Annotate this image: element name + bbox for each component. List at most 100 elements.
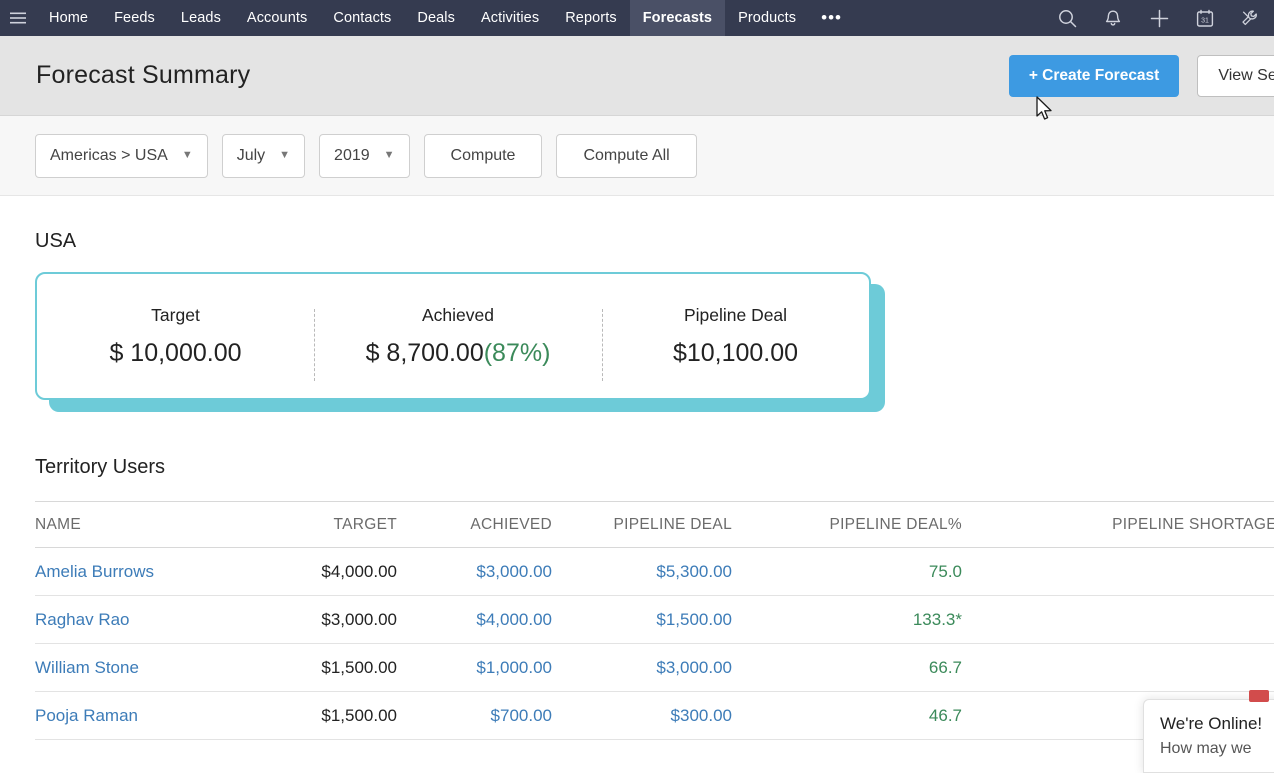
nav-label: Home (49, 10, 89, 26)
nav-item-accounts[interactable]: Accounts (234, 0, 320, 36)
nav-label: Products (738, 10, 797, 26)
metric-amount: $10,100.00 (672, 338, 799, 367)
table-header: NAME TARGET ACHIEVED PIPELINE DEAL PIPEL… (35, 501, 1274, 548)
nav-overflow-menu[interactable]: ••• (809, 0, 854, 36)
cell-target: $1,500.00 (257, 643, 397, 692)
cell-achieved[interactable]: $3,000.00 (397, 547, 552, 596)
search-icon[interactable] (1044, 0, 1090, 36)
header-action-group: + Create Forecast View Settings (1008, 54, 1274, 97)
hamburger-menu-icon[interactable] (0, 0, 36, 36)
column-header-pipeline-deal[interactable]: PIPELINE DEAL (552, 501, 732, 548)
cell-pipeline-deal[interactable]: $300.00 (552, 691, 732, 740)
region-title: USA (35, 230, 77, 252)
chevron-down-icon: ▼ (383, 149, 395, 161)
chevron-down-icon: ▼ (279, 149, 291, 161)
nav-icon-group: 31 (1044, 0, 1274, 36)
year-select[interactable]: 2019 ▼ (319, 133, 410, 178)
metric-target: Target $ 10,000.00 (37, 305, 314, 368)
page-title: Forecast Summary (36, 61, 251, 89)
table-body: Amelia Burrows $4,000.00 $3,000.00 $5,30… (35, 547, 1274, 740)
compute-all-button[interactable]: Compute All (556, 133, 697, 178)
create-forecast-button[interactable]: + Create Forecast (1008, 54, 1180, 97)
metric-pipeline-deal: Pipeline Deal $10,100.00 (602, 304, 869, 381)
filter-bar: Americas > USA ▼ July ▼ 2019 ▼ Compute C… (0, 116, 1274, 196)
nav-item-reports[interactable]: Reports (552, 0, 629, 36)
cell-pipeline-deal-pct: 46.7 (732, 691, 962, 740)
year-select-value: 2019 (334, 146, 370, 164)
cell-target: $4,000.00 (257, 547, 397, 596)
nav-label: Activities (480, 10, 540, 26)
cell-pipeline-deal[interactable]: $5,300.00 (552, 547, 732, 596)
metric-label: Achieved (422, 304, 494, 325)
user-name-link[interactable]: Amelia Burrows (35, 547, 257, 596)
cell-target: $1,500.00 (257, 691, 397, 740)
nav-item-leads[interactable]: Leads (168, 0, 234, 36)
nav-item-list: Home Feeds Leads Accounts Contacts Deals… (36, 0, 854, 36)
nav-label: Contacts (333, 10, 392, 26)
cell-achieved[interactable]: $700.00 (397, 691, 552, 740)
nav-label: Accounts (246, 10, 308, 26)
nav-overflow-label: ••• (821, 8, 842, 27)
metric-value: $ 8,700.00(87%) (314, 339, 602, 368)
metric-percentage: (87%) (483, 338, 551, 367)
nav-label: Deals (417, 10, 455, 26)
top-navigation-bar: Home Feeds Leads Accounts Contacts Deals… (0, 0, 1274, 36)
live-chat-widget[interactable]: We're Online! How may we (1143, 699, 1274, 773)
compute-button[interactable]: Compute (423, 133, 543, 178)
cell-target: $3,000.00 (257, 595, 397, 644)
add-plus-icon[interactable] (1136, 0, 1182, 36)
month-select[interactable]: July ▼ (221, 133, 306, 178)
table-row: William Stone $1,500.00 $1,000.00 $3,000… (35, 643, 1274, 692)
nav-item-forecasts[interactable]: Forecasts (629, 0, 726, 36)
territory-users-title: Territory Users (35, 456, 166, 478)
chat-close-button[interactable] (1249, 690, 1269, 702)
cell-pipeline-deal-pct: 75.0 (732, 547, 962, 596)
table-row: Pooja Raman $1,500.00 $700.00 $300.00 46… (35, 691, 1274, 740)
territory-users-table: NAME TARGET ACHIEVED PIPELINE DEAL PIPEL… (35, 501, 1274, 740)
nav-label: Reports (565, 10, 617, 26)
metric-value: $10,100.00 (602, 339, 869, 368)
user-name-link[interactable]: Pooja Raman (35, 691, 257, 740)
calendar-icon[interactable]: 31 (1182, 0, 1228, 36)
territory-select[interactable]: Americas > USA ▼ (35, 133, 208, 178)
forecast-summary-card-wrapper: Target $ 10,000.00 Achieved $ 8,700.00(8… (35, 272, 885, 412)
user-name-link[interactable]: Raghav Rao (35, 595, 257, 644)
cell-pipeline-shortage-pct: - (962, 547, 1274, 596)
page-header: Forecast Summary + Create Forecast View … (0, 36, 1274, 120)
view-settings-button[interactable]: View Settings (1197, 54, 1274, 97)
cell-pipeline-deal[interactable]: $3,000.00 (552, 643, 732, 692)
nav-label: Leads (180, 10, 221, 26)
table-row: Amelia Burrows $4,000.00 $3,000.00 $5,30… (35, 547, 1274, 596)
main-content: USA Target $ 10,000.00 Achieved $ 8,700.… (0, 196, 1274, 769)
table-header-row: NAME TARGET ACHIEVED PIPELINE DEAL PIPEL… (35, 501, 1274, 548)
nav-item-feeds[interactable]: Feeds (101, 0, 168, 36)
nav-label: Forecasts (642, 10, 713, 26)
column-header-achieved[interactable]: ACHIEVED (397, 501, 552, 548)
cell-achieved[interactable]: $4,000.00 (397, 595, 552, 644)
nav-item-contacts[interactable]: Contacts (320, 0, 404, 36)
nav-item-activities[interactable]: Activities (468, 0, 552, 36)
nav-item-products[interactable]: Products (725, 0, 809, 36)
chevron-down-icon: ▼ (181, 149, 193, 161)
column-header-pipeline-deal-pct[interactable]: PIPELINE DEAL% (732, 501, 962, 548)
cell-pipeline-deal-pct: 66.7 (732, 643, 962, 692)
notification-bell-icon[interactable] (1090, 0, 1136, 36)
cell-achieved[interactable]: $1,000.00 (397, 643, 552, 692)
nav-item-deals[interactable]: Deals (404, 0, 468, 36)
cell-pipeline-deal-pct: 133.3* (732, 595, 962, 644)
column-header-target[interactable]: TARGET (257, 501, 397, 548)
metric-label: Pipeline Deal (683, 304, 788, 325)
metric-label: Target (151, 304, 200, 325)
nav-item-home[interactable]: Home (36, 0, 101, 36)
cell-pipeline-shortage-pct: - (962, 643, 1274, 692)
metric-value: $ 10,000.00 (37, 339, 314, 368)
column-header-name[interactable]: NAME (35, 501, 257, 548)
user-name-link[interactable]: William Stone (35, 643, 257, 692)
svg-text:31: 31 (1201, 17, 1209, 24)
column-header-pipeline-shortage-pct[interactable]: PIPELINE SHORTAGE% (962, 501, 1274, 548)
cell-pipeline-deal[interactable]: $1,500.00 (552, 595, 732, 644)
cell-pipeline-shortage-pct: - (962, 595, 1274, 644)
tools-wrench-icon[interactable] (1228, 0, 1274, 36)
chat-subtitle: How may we (1160, 740, 1252, 757)
